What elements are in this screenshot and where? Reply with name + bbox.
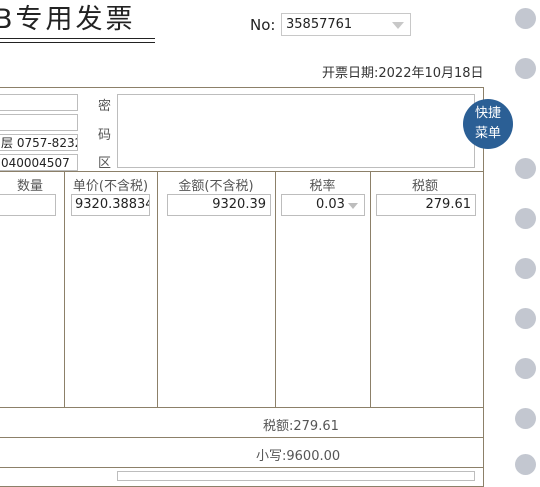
divider-tax-bottom — [0, 437, 484, 438]
chevron-down-icon — [392, 22, 404, 29]
title-text: 专用发票 — [15, 4, 136, 35]
col-header-unit-price: 单价(不含税) — [72, 179, 149, 194]
binding-dot — [515, 58, 536, 79]
tax-rate-value: 0.03 — [316, 197, 345, 212]
tax-total: 税额:279.61 — [263, 419, 339, 434]
col-divider-3 — [275, 171, 276, 407]
invoice-title: B专用发票 — [0, 2, 136, 38]
buyer-address-value: 层 0757-8232 — [1, 136, 78, 150]
chevron-down-icon — [348, 203, 358, 209]
col-header-tax-rate: 税率 — [309, 179, 336, 194]
amount-value: 9320.39 — [212, 197, 266, 212]
col-divider-4 — [370, 171, 371, 407]
col-divider-2 — [157, 171, 158, 407]
unit-price-value: 9320.38834 — [75, 197, 150, 212]
buyer-bank-input[interactable]: 040004507 — [0, 154, 78, 171]
divider-goods-bottom — [0, 407, 484, 408]
invoice-no-select[interactable]: 35857761 — [281, 13, 411, 36]
invoice-no-label: No: — [250, 16, 276, 34]
col-header-amount: 金额(不含税) — [178, 179, 254, 194]
divider-buyer-bottom — [0, 171, 484, 172]
col-header-tax: 税额 — [411, 179, 438, 194]
binding-dot — [515, 258, 536, 279]
quick-menu-line1: 快捷 — [474, 106, 501, 121]
small-total: 小写:9600.00 — [256, 449, 341, 464]
title-prefix: B — [0, 4, 16, 35]
col-header-qty: 数量 — [16, 179, 43, 194]
invoice-no-value: 35857761 — [286, 17, 353, 32]
invoice-date: 开票日期:2022年10月18日 — [322, 66, 484, 81]
binding-dot — [515, 358, 536, 379]
title-underline-second — [0, 42, 155, 43]
quick-menu-button[interactable]: 快捷 菜单 — [463, 99, 513, 149]
buyer-bank-value: 040004507 — [1, 156, 70, 170]
buyer-name-input[interactable] — [0, 94, 78, 111]
binding-dot — [515, 408, 536, 429]
divider-small-total-bottom — [0, 467, 484, 468]
binding-dot — [515, 208, 536, 229]
buyer-address-input[interactable]: 层 0757-8232 — [0, 134, 78, 151]
qty-input[interactable] — [0, 194, 56, 216]
password-label-3: 区 — [98, 156, 112, 171]
tax-input[interactable]: 279.61 — [376, 194, 476, 216]
password-label-2: 码 — [98, 128, 112, 143]
quick-menu-line2: 菜单 — [474, 126, 501, 141]
password-label-1: 密 — [98, 99, 112, 114]
binding-dot — [515, 158, 536, 179]
bottom-input[interactable] — [117, 471, 475, 481]
binding-dot — [515, 454, 536, 475]
unit-price-input[interactable]: 9320.38834 — [71, 194, 150, 216]
col-divider-1 — [64, 171, 65, 407]
tax-value: 279.61 — [425, 197, 472, 212]
title-underline — [0, 38, 155, 39]
binding-dot — [515, 308, 536, 329]
amount-input[interactable]: 9320.39 — [167, 194, 271, 216]
binding-dot — [515, 8, 536, 29]
buyer-taxid-input[interactable] — [0, 114, 78, 131]
password-area-box[interactable] — [117, 94, 475, 168]
tax-rate-select[interactable]: 0.03 — [281, 194, 365, 216]
